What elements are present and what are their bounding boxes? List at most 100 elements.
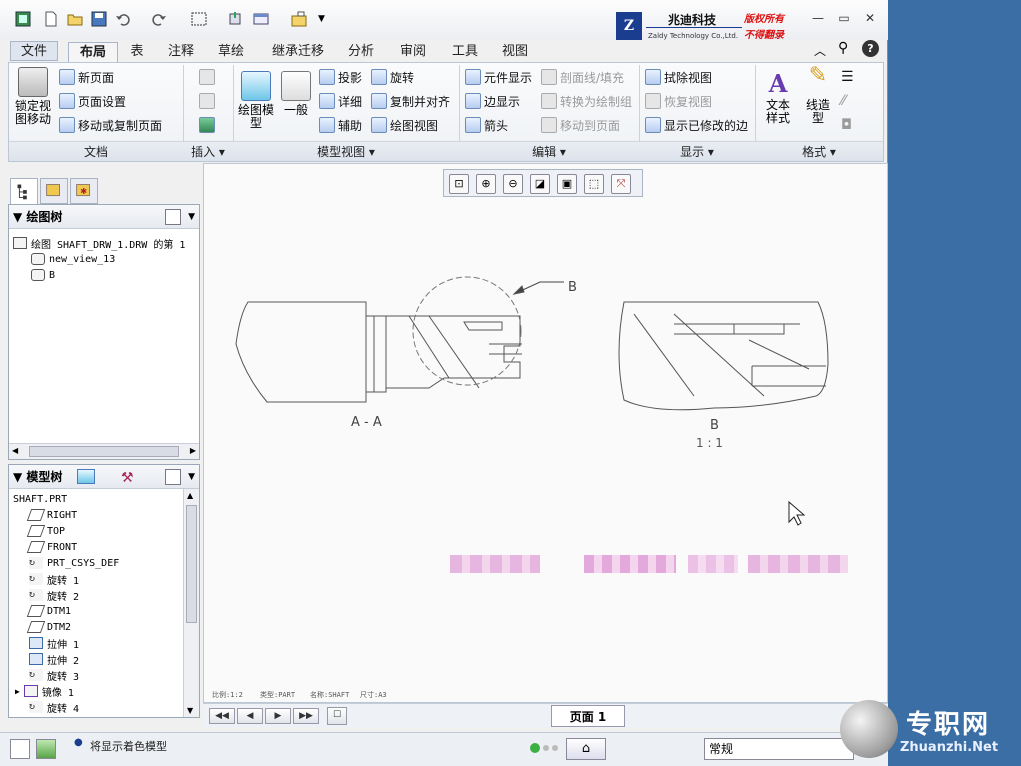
tree-item[interactable]: 旋转 3 — [29, 667, 79, 683]
open-folder-icon[interactable] — [66, 10, 84, 28]
scroll-right-icon[interactable]: ▶ — [190, 446, 196, 455]
tree-item[interactable]: DTM2 — [26, 619, 71, 635]
text-style-button[interactable]: A 文本样式 — [761, 69, 795, 125]
lock-view-movement-button[interactable]: 锁定视图移动 — [11, 67, 55, 126]
tree-settings-icon[interactable] — [165, 469, 181, 485]
tools-icon[interactable]: ⚒ — [121, 466, 134, 490]
collapse-ribbon-icon[interactable]: ︿ — [814, 42, 826, 59]
tree-item[interactable]: DTM1 — [26, 603, 71, 619]
tree-root[interactable]: SHAFT.PRT — [13, 491, 67, 507]
undo-icon[interactable] — [114, 10, 132, 28]
hatch-pattern-icon[interactable]: ⁄⁄ — [841, 91, 846, 111]
horizontal-scrollbar[interactable]: ◀ ▶ — [9, 443, 199, 459]
scroll-up-icon[interactable]: ▲ — [187, 491, 193, 500]
tab-layout[interactable]: 布局 — [68, 42, 118, 62]
group-format[interactable]: 格式 ▾ — [755, 141, 883, 161]
insert-chart-button[interactable] — [199, 67, 218, 87]
tree-item[interactable]: PRT_CSYS_DEF — [29, 555, 119, 571]
scroll-down-icon[interactable]: ▼ — [187, 706, 193, 715]
page-setup-button[interactable]: 页面设置 — [59, 91, 126, 111]
tree-item[interactable]: TOP — [26, 523, 65, 539]
group-display[interactable]: 显示 ▾ — [639, 141, 755, 161]
search-icon[interactable]: ⚲ — [838, 40, 848, 56]
favorites-tab-icon[interactable]: ✱ — [70, 178, 98, 204]
scroll-thumb[interactable] — [186, 505, 197, 623]
tree-item[interactable]: RIGHT — [26, 507, 77, 523]
tab-annotate[interactable]: 注释 — [160, 42, 202, 62]
hatch-fill-button[interactable]: 剖面线/填充 — [541, 67, 624, 87]
detail-button[interactable]: 详细 — [319, 91, 362, 111]
erase-view-button[interactable]: 拭除视图 — [645, 67, 712, 87]
next-page-icon[interactable]: ▶ — [265, 708, 291, 724]
copy-align-button[interactable]: 复制并对齐 — [371, 91, 450, 111]
move-to-page-button[interactable]: 移动到页面 — [541, 115, 620, 135]
general-view-button[interactable]: 一般 — [277, 71, 315, 117]
tab-analysis[interactable]: 分析 — [340, 42, 382, 62]
navigator-toggle-icon[interactable] — [10, 739, 30, 759]
arrow-button[interactable]: 箭头 — [465, 115, 508, 135]
insert-image-button[interactable] — [199, 115, 218, 135]
new-page-tab-icon[interactable]: ☐ — [327, 707, 347, 725]
scroll-left-icon[interactable]: ◀ — [12, 446, 18, 455]
windows-icon[interactable] — [252, 10, 270, 28]
tree-settings-dropdown-icon[interactable]: ▼ — [188, 205, 195, 229]
new-file-icon[interactable] — [42, 10, 60, 28]
model-display-icon[interactable] — [77, 469, 95, 484]
convert-draft-group-button[interactable]: 转换为绘制组 — [541, 91, 632, 111]
save-icon[interactable] — [90, 10, 108, 28]
tree-item-view[interactable]: new_view_13 — [31, 251, 115, 267]
vertical-scrollbar[interactable]: ▲ ▼ — [183, 489, 199, 717]
tab-table[interactable]: 表 — [122, 42, 152, 62]
minimize-icon[interactable]: — — [810, 10, 826, 26]
first-page-icon[interactable]: ◀◀ — [209, 708, 235, 724]
drawing-model-button[interactable]: 绘图模型 — [237, 71, 275, 130]
tree-item[interactable]: FRONT — [26, 539, 77, 555]
close-icon[interactable]: ✕ — [862, 10, 878, 26]
auxiliary-button[interactable]: 辅助 — [319, 115, 362, 135]
tree-item[interactable]: 旋转 4 — [29, 699, 79, 715]
tree-item[interactable]: 旋转 2 — [29, 587, 79, 603]
drawing-view-button[interactable]: 绘图视图 — [371, 115, 438, 135]
maximize-icon[interactable]: ▭ — [836, 10, 852, 26]
tree-settings-icon[interactable] — [165, 209, 181, 225]
move-copy-page-button[interactable]: 移动或复制页面 — [59, 115, 162, 135]
folder-browser-tab-icon[interactable] — [40, 178, 68, 204]
tree-item-detail-b[interactable]: B — [31, 267, 55, 283]
close-window-folder-icon[interactable] — [290, 10, 308, 28]
model-tree-tab-icon[interactable] — [10, 178, 38, 204]
insert-layer-button[interactable] — [199, 91, 218, 111]
projection-button[interactable]: 投影 — [319, 67, 362, 87]
section-view-aa[interactable] — [235, 276, 564, 403]
tab-sketch[interactable]: 草绘 — [210, 42, 252, 62]
tab-legacy-migration[interactable]: 继承迁移 — [262, 42, 334, 62]
revolve-button[interactable]: 旋转 — [371, 67, 414, 87]
component-display-button[interactable]: 元件显示 — [465, 67, 532, 87]
tree-item-drawing[interactable]: 绘图 SHAFT_DRW_1.DRW 的第 1 — [13, 235, 185, 251]
tree-item[interactable]: 旋转 1 — [29, 571, 79, 587]
tab-review[interactable]: 审阅 — [392, 42, 434, 62]
show-modified-edges-button[interactable]: 显示已修改的边 — [645, 115, 748, 135]
tab-view[interactable]: 视图 — [494, 42, 536, 62]
page-tab[interactable]: 页面 1 — [551, 705, 625, 727]
expand-icon[interactable]: ▶ — [15, 687, 20, 696]
tab-tools[interactable]: 工具 — [444, 42, 486, 62]
scroll-thumb[interactable] — [29, 446, 179, 457]
find-icon[interactable]: ⌂ — [566, 738, 606, 760]
group-edit[interactable]: 编辑 ▾ — [459, 141, 639, 161]
drawing-canvas[interactable]: ⊡ ⊕ ⊖ ◪ ▣ ⬚ ⤧ B A - A B 1: 1 比例:1:2 类型:… — [203, 163, 888, 703]
tree-item[interactable]: ▶ 镜像 1 — [15, 683, 74, 699]
tree-item[interactable]: 拉伸 1 — [29, 635, 79, 651]
tree-settings-dropdown-icon[interactable]: ▼ — [188, 465, 195, 489]
app-icon[interactable] — [14, 10, 32, 28]
select-box-icon[interactable] — [190, 10, 208, 28]
group-insert[interactable]: 插入 ▾ — [183, 141, 233, 161]
format-settings-icon[interactable]: ☰ — [841, 67, 854, 87]
tree-item[interactable]: 拉伸 2 — [29, 651, 79, 667]
previous-page-icon[interactable]: ◀ — [237, 708, 263, 724]
detail-view-b[interactable] — [618, 301, 829, 411]
line-style-button[interactable]: ✎ 线造型 — [801, 65, 835, 125]
new-page-button[interactable]: 新页面 — [59, 67, 114, 87]
resume-view-button[interactable]: 恢复视图 — [645, 91, 712, 111]
regenerate-icon[interactable] — [226, 10, 244, 28]
help-icon[interactable]: ? — [862, 40, 879, 57]
